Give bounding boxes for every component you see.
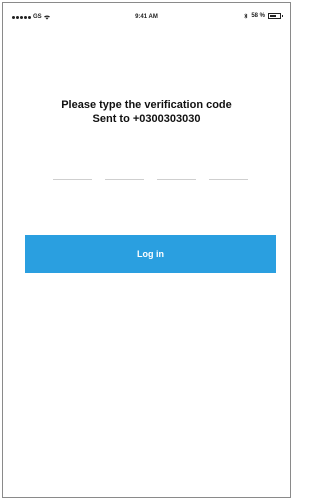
battery-percent: 58 % xyxy=(251,13,265,19)
verification-phone: Sent to +0300303030 xyxy=(92,113,201,125)
status-right: 58 % xyxy=(244,13,283,19)
code-digit-4[interactable] xyxy=(209,178,248,180)
code-digit-2[interactable] xyxy=(105,178,144,180)
phone-screen: GS 9:41 AM 58 % Please type the verifica… xyxy=(2,2,291,498)
code-input-row xyxy=(53,178,248,180)
verification-title: Please type the verification code xyxy=(61,99,232,111)
login-button[interactable]: Log in xyxy=(25,235,276,273)
status-bar: GS 9:41 AM 58 % xyxy=(3,3,290,27)
bluetooth-icon xyxy=(244,13,248,19)
verification-heading: Please type the verification code Sent t… xyxy=(3,98,290,126)
code-digit-3[interactable] xyxy=(157,178,196,180)
battery-icon xyxy=(268,13,283,19)
code-digit-1[interactable] xyxy=(53,178,92,180)
